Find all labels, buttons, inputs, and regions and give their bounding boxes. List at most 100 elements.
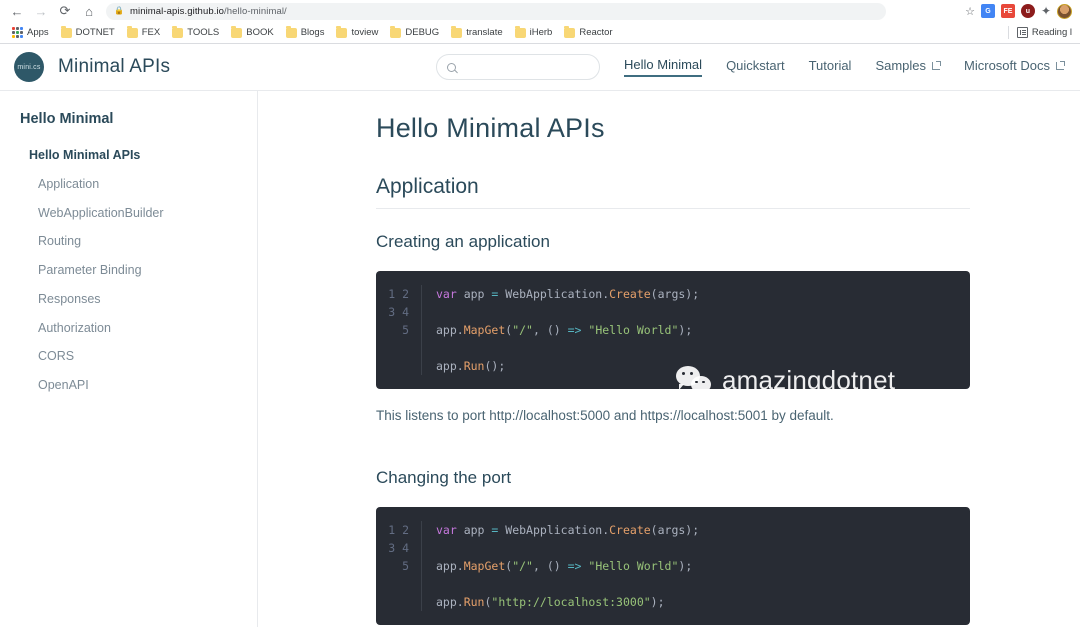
ublock-extension-icon[interactable]: u (1020, 4, 1035, 18)
bookmark-fex[interactable]: FEX (121, 25, 166, 40)
bookmark-label: toview (351, 27, 379, 38)
sidebar-item-label: OpenAPI (38, 378, 89, 392)
page-title: Hello Minimal APIs (376, 113, 605, 143)
nav-link-hello-minimal[interactable]: Hello Minimal (624, 57, 703, 77)
nav-link-microsoft-docs[interactable]: Microsoft Docs (964, 58, 1065, 76)
bookmark-label: Apps (27, 27, 49, 38)
search-box[interactable] (436, 54, 605, 80)
apps-grid-icon (12, 27, 23, 38)
forward-icon[interactable]: → (30, 1, 52, 21)
reading-list-label: Reading l (1031, 27, 1072, 38)
bookmark-label: translate (466, 27, 503, 38)
nav-link-samples[interactable]: Samples (875, 58, 942, 76)
address-bar-url: minimal-apis.github.io/hello-minimal/ (130, 6, 287, 17)
paragraph-ports: This listens to port http://localhost:50… (376, 408, 834, 423)
search-icon (447, 62, 457, 72)
sidebar-item-webapplicationbuilder[interactable]: WebApplicationBuilder (0, 199, 257, 228)
bookmark-label: TOOLS (187, 27, 220, 38)
bookmark-star-icon[interactable]: ☆ (965, 5, 975, 18)
folder-icon (172, 25, 184, 38)
folder-icon (285, 25, 297, 38)
sidebar-item-routing[interactable]: Routing (0, 227, 257, 256)
nav-link-tutorial[interactable]: Tutorial (809, 58, 852, 76)
sidebar-item-label: Parameter Binding (38, 263, 142, 277)
sidebar-item-cors[interactable]: CORS (0, 342, 257, 371)
address-bar[interactable]: 🔒 minimal-apis.github.io/hello-minimal/ (106, 2, 886, 20)
sidebar-item-label: Application (38, 176, 100, 191)
sidebar-item-openapi[interactable]: OpenAPI (0, 371, 257, 400)
sidebar-item-label: Hello Minimal APIs (29, 148, 141, 162)
fe-extension-icon[interactable]: FE (1000, 4, 1015, 18)
bookmark-label: Reactor (579, 27, 613, 38)
url-domain: minimal-apis.github.io (129, 5, 225, 17)
bookmark-label: DOTNET (75, 27, 115, 38)
folder-icon (564, 25, 576, 38)
bookmark-blogs[interactable]: Blogs (280, 25, 331, 40)
toolbar-right-cluster: ☆ G FE u ✦ (965, 3, 1074, 19)
bookmark-debug[interactable]: DEBUG (384, 25, 445, 40)
google-translate-extension-icon[interactable]: G (980, 4, 995, 18)
sidebar-item-label: CORS (38, 349, 75, 364)
bookmark-label: DEBUG (405, 27, 440, 38)
folder-icon (126, 25, 138, 38)
sidebar-item-label: Responses (38, 291, 101, 306)
browser-chrome: ← → ⟳ ⌂ 🔒 minimal-apis.github.io/hello-m… (0, 0, 1080, 44)
nav-link-label: Samples (875, 58, 927, 73)
bookmark-apps[interactable]: Apps (6, 25, 55, 40)
sidebar-item-responses[interactable]: Responses (0, 285, 257, 314)
nav-link-quickstart[interactable]: Quickstart (726, 58, 785, 76)
bookmark-reactor[interactable]: Reactor (558, 25, 618, 40)
bookmark-label: Blogs (300, 27, 325, 38)
bookmark-book[interactable]: BOOK (225, 25, 279, 40)
back-icon[interactable]: ← (6, 1, 28, 21)
site-logo[interactable]: mini.cs (14, 52, 44, 82)
nav-link-label: Tutorial (808, 58, 852, 73)
nav-link-label: Microsoft Docs (964, 58, 1050, 73)
site-logo-text: mini.cs (17, 63, 41, 71)
toolbar-divider (1007, 26, 1009, 39)
url-path: /hello-minimal/ (224, 5, 287, 17)
extensions-puzzle-icon[interactable]: ✦ (1041, 4, 1051, 18)
folder-icon (451, 25, 463, 38)
main-content: Hello Minimal APIs Application Creating … (258, 91, 1080, 627)
search-input[interactable] (462, 61, 605, 73)
sidebar: Hello Minimal Hello Minimal APIs Applica… (0, 91, 258, 627)
site-brand-title[interactable]: Minimal APIs (58, 56, 170, 78)
subsection-heading-creating-an-application: Creating an application (376, 232, 550, 251)
reading-list-icon (1016, 27, 1028, 38)
code-block-create-app[interactable]: 1 2 3 4 5 var app = WebApplication.Creat… (376, 271, 970, 389)
site-body: Hello Minimal Hello Minimal APIs Applica… (0, 91, 1080, 627)
code-line-numbers: 1 2 3 4 5 (376, 285, 422, 375)
bookmark-label: FEX (141, 27, 161, 38)
bookmarks-bar: Apps DOTNET FEX TOOLS BOOK Blogs toview (0, 22, 1080, 44)
external-link-icon (1056, 60, 1065, 70)
section-heading-application: Application (376, 175, 970, 209)
reload-icon[interactable]: ⟳ (54, 1, 76, 21)
code-line-numbers: 1 2 3 4 5 (376, 521, 422, 612)
bookmark-dotnet[interactable]: DOTNET (55, 25, 121, 40)
site-header-right: Hello Minimal Quickstart Tutorial Sample… (436, 54, 1065, 80)
code-content: var app = WebApplication.Create(args); a… (436, 523, 700, 610)
profile-avatar[interactable] (1057, 3, 1072, 19)
bookmark-label: iHerb (529, 27, 553, 38)
sidebar-item-label: Authorization (38, 320, 111, 335)
site-header: mini.cs Minimal APIs Hello Minimal Quick… (0, 44, 1080, 91)
reading-list-button[interactable]: Reading l (1007, 26, 1074, 39)
bookmark-tools[interactable]: TOOLS (166, 25, 225, 40)
sidebar-item-application[interactable]: Application (0, 170, 257, 199)
sidebar-item-parameter-binding[interactable]: Parameter Binding (0, 256, 257, 285)
folder-icon (60, 25, 72, 38)
bookmark-toview[interactable]: toview (330, 25, 384, 40)
folder-icon (390, 25, 402, 38)
home-icon[interactable]: ⌂ (78, 1, 100, 21)
lock-icon: 🔒 (114, 6, 124, 15)
folder-icon (336, 25, 348, 38)
sidebar-item-hello-minimal-apis[interactable]: Hello Minimal APIs (0, 141, 257, 170)
bookmark-translate[interactable]: translate (445, 25, 508, 40)
subsection-heading-changing-the-port: Changing the port (376, 468, 512, 488)
sidebar-item-authorization[interactable]: Authorization (0, 314, 257, 343)
code-block-change-port[interactable]: 1 2 3 4 5 var app = WebApplication.Creat… (376, 507, 970, 626)
sidebar-item-label: WebApplicationBuilder (38, 205, 164, 220)
bookmark-iherb[interactable]: iHerb (509, 25, 559, 40)
page-content: mini.cs Minimal APIs Hello Minimal Quick… (0, 44, 1080, 627)
